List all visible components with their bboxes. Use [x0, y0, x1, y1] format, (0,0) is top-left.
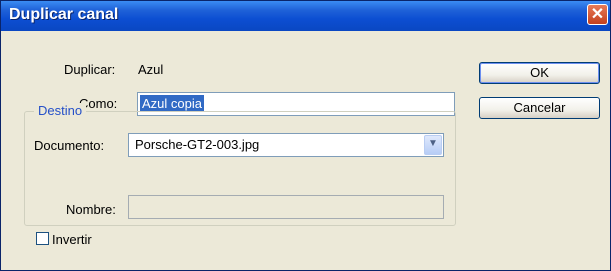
chevron-down-icon: ▼	[428, 138, 438, 149]
invert-label[interactable]: Invertir	[52, 232, 92, 247]
document-select[interactable]: Porsche-GT2-003.jpg ▼	[128, 133, 444, 157]
close-icon: ✕	[590, 6, 605, 23]
document-label: Documento:	[34, 138, 105, 153]
destination-legend: Destino	[34, 103, 87, 118]
dialog-title: Duplicar canal	[9, 6, 119, 23]
document-select-value: Porsche-GT2-003.jpg	[135, 137, 260, 152]
invert-checkbox[interactable]	[36, 232, 49, 245]
name-field[interactable]	[128, 195, 444, 219]
close-button[interactable]: ✕	[587, 4, 608, 25]
selected-text: Azul copia	[140, 95, 204, 112]
title-bar[interactable]: Duplicar canal ✕	[1, 1, 610, 31]
name-label: Nombre:	[66, 202, 116, 217]
duplicate-label: Duplicar:	[64, 62, 116, 77]
dropdown-arrow-button[interactable]: ▼	[424, 135, 442, 155]
cancel-button[interactable]: Cancelar	[479, 97, 600, 119]
duplicate-value: Azul	[138, 62, 164, 77]
ok-button[interactable]: OK	[479, 62, 600, 84]
